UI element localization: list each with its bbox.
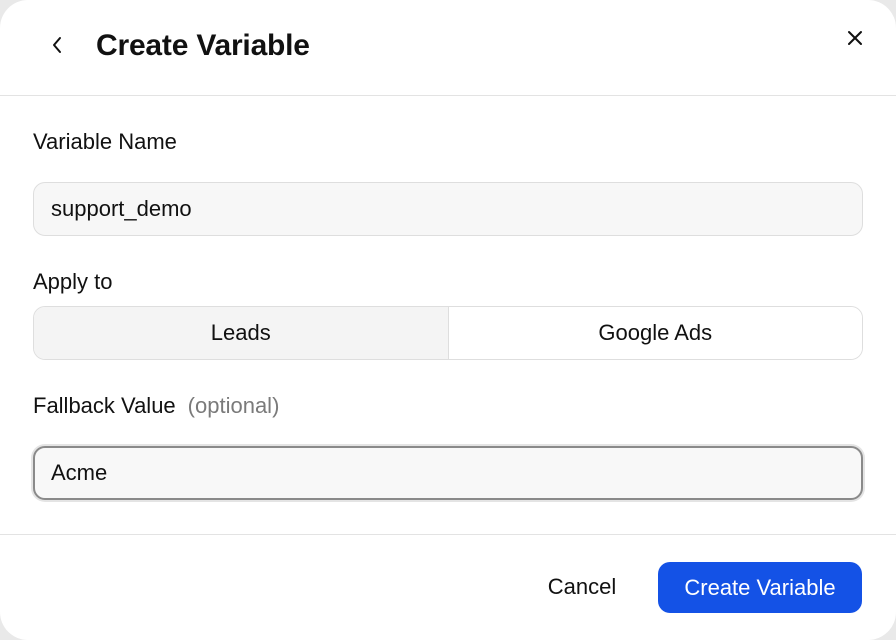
fallback-value-label: Fallback Value (optional) [33,392,279,420]
segment-google-ads[interactable]: Google Ads [448,307,862,359]
footer-divider [0,534,896,535]
fallback-value-label-text: Fallback Value [33,393,176,418]
variable-name-input[interactable] [33,182,863,236]
dialog-header: Create Variable [0,0,896,96]
dialog-title: Create Variable [96,29,310,62]
chevron-left-icon [50,35,64,60]
create-variable-button[interactable]: Create Variable [658,562,862,613]
back-button[interactable] [40,30,74,64]
close-button[interactable] [838,23,872,57]
apply-to-segmented-control: Leads Google Ads [33,306,863,360]
cancel-button[interactable]: Cancel [530,562,634,612]
close-icon [846,29,864,52]
variable-name-label: Variable Name [33,129,177,154]
optional-hint: (optional) [187,393,280,418]
segment-leads[interactable]: Leads [34,307,449,359]
fallback-value-input[interactable] [33,446,863,500]
create-variable-dialog: Create Variable Variable Name Apply to L… [0,0,896,640]
apply-to-label: Apply to [33,269,113,294]
